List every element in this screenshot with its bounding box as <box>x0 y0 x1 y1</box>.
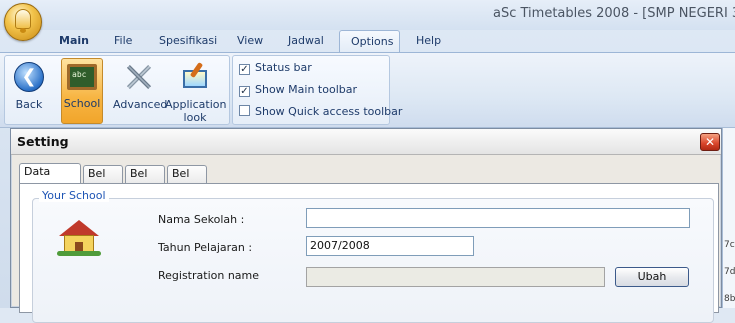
tab-bel-2[interactable]: Bel (2) <box>125 165 165 196</box>
tab-data-awal[interactable]: Data awal <box>19 163 81 194</box>
registration-label: Registration name <box>158 269 260 282</box>
quick-access-label: Show Quick access toolbar <box>255 105 403 118</box>
status-bar-checkbox[interactable]: ✓ Status bar <box>239 60 312 76</box>
title-bar: aSc Timetables 2008 - [SMP NEGERI 3 BTH <box>0 0 735 30</box>
tab-bel-3[interactable]: Bel (3) <box>167 165 207 196</box>
checkbox-quick-access[interactable] <box>239 105 250 116</box>
main-toolbar-checkbox[interactable]: ✓ Show Main toolbar <box>239 82 357 98</box>
background-cell: 7d <box>724 267 735 277</box>
app-window: aSc Timetables 2008 - [SMP NEGERI 3 BTH … <box>0 0 735 323</box>
app-menu-orb-icon[interactable] <box>4 3 42 41</box>
tools-icon <box>124 62 154 92</box>
school-name-input[interactable] <box>306 208 690 228</box>
back-arrow-icon: ❮ <box>14 62 44 92</box>
close-icon[interactable]: ✕ <box>700 133 720 151</box>
ribbon-tabs: Main File Spesifikasi View Jadwal Option… <box>0 30 735 52</box>
advanced-button[interactable]: Advanced <box>113 58 168 122</box>
tab-view[interactable]: View <box>231 30 269 52</box>
tab-options[interactable]: Options <box>339 30 400 52</box>
tab-jadwal[interactable]: Jadwal <box>282 30 330 52</box>
tab-help[interactable]: Help <box>410 30 447 52</box>
year-input[interactable]: 2007/2008 <box>306 236 474 256</box>
applook-label-2: look <box>183 111 207 124</box>
window-title: aSc Timetables 2008 - [SMP NEGERI 3 BTH <box>493 6 735 21</box>
change-button[interactable]: Ubah <box>615 267 689 287</box>
bell-icon <box>15 9 31 33</box>
tab-file[interactable]: File <box>108 30 138 52</box>
back-label: Back <box>15 98 43 111</box>
blackboard-icon <box>67 64 97 90</box>
back-button[interactable]: ❮ Back <box>9 58 49 122</box>
tab-spesifikasi[interactable]: Spesifikasi <box>153 30 223 52</box>
tab-main[interactable]: Main <box>53 30 95 52</box>
tab-bel[interactable]: Bel <box>83 165 123 183</box>
registration-input <box>306 267 605 287</box>
school-house-icon <box>57 220 101 256</box>
background-timetable-grid <box>722 128 735 308</box>
background-cell: 8b <box>724 294 735 304</box>
dialog-title-bar[interactable]: Setting ✕ <box>11 129 721 155</box>
ribbon-group-setting: ❮ Back School Advanced Application look <box>4 55 230 125</box>
dialog-title: Setting <box>17 134 69 149</box>
school-name-label: Nama Sekolah : <box>158 213 245 226</box>
school-button[interactable]: School <box>61 58 103 124</box>
applook-label-1: Application <box>165 98 227 111</box>
checkbox-status-bar[interactable]: ✓ <box>239 64 250 75</box>
status-bar-label: Status bar <box>255 61 312 74</box>
advanced-label: Advanced <box>113 98 168 111</box>
background-cell: 7c <box>724 240 735 250</box>
school-label: School <box>63 97 101 110</box>
checkbox-main-toolbar[interactable]: ✓ <box>239 86 250 97</box>
paint-frame-icon <box>180 62 210 92</box>
application-look-button[interactable]: Application look <box>165 58 227 124</box>
year-label: Tahun Pelajaran : <box>158 241 253 254</box>
section-title: Your School <box>39 189 109 202</box>
setting-dialog: Setting ✕ Data awal Bel Bel (2) Bel (3) … <box>10 128 722 323</box>
main-toolbar-label: Show Main toolbar <box>255 83 358 96</box>
quick-access-toolbar-checkbox[interactable]: Show Quick access toolbar <box>239 104 402 120</box>
ribbon-panel: ❮ Back School Advanced Application look … <box>0 52 735 128</box>
tab-panel-data-awal: Your School Nama Sekolah : Tahun Pelajar… <box>19 183 719 323</box>
